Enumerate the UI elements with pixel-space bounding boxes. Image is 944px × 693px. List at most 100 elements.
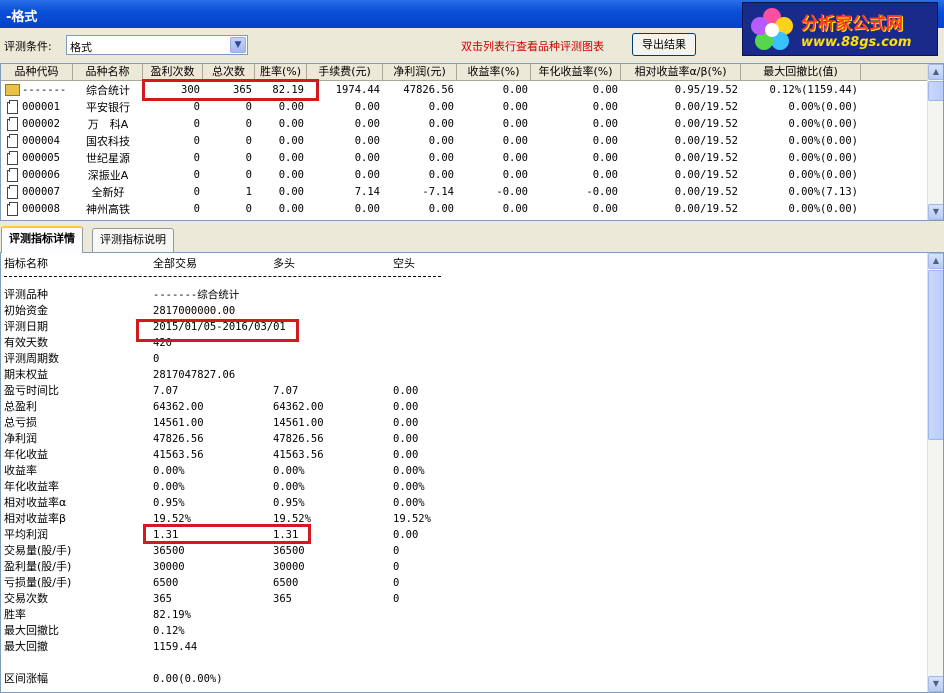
detail-row: 期末权益 2817047827.06 xyxy=(1,367,927,383)
logo-url-text: www.88gs.com xyxy=(801,35,912,50)
detail-cell: 47826.56 xyxy=(273,433,324,445)
detail-cell: 0 xyxy=(393,593,400,605)
detail-cell: 14561.00 xyxy=(153,417,204,429)
table-cell: 0 xyxy=(193,101,200,113)
table-cell: 000005 xyxy=(22,152,60,164)
detail-cell: 0.00% xyxy=(393,481,425,493)
table-cell: 0 xyxy=(245,169,252,181)
table-cell: 82.19 xyxy=(272,84,304,96)
table-cell: 0.00/19.52 xyxy=(674,169,738,181)
detail-cell: 0.00% xyxy=(393,465,425,477)
stock-table[interactable]: 品种代码 品种名称 盈利次数 总次数 胜率(%) 手续费(元) 净利润(元) 收… xyxy=(0,63,944,221)
detail-cell: 总亏损 xyxy=(4,416,37,429)
detail-scrollbar[interactable]: ▲ ▼ xyxy=(927,253,943,692)
detail-cell: 1159.44 xyxy=(153,641,198,653)
window-title: -格式 xyxy=(6,10,38,25)
table-row[interactable]: 000001 平安银行 0 0 0.00 0.00 0.00 0.00 0.00 0.00/19.… xyxy=(1,99,927,116)
table-cell: 000006 xyxy=(22,169,60,181)
table-cell: 0.00 xyxy=(592,135,618,147)
table-row[interactable]: 000004 国农科技 0 0 0.00 0.00 0.00 0.00 0.00 0.00/19.… xyxy=(1,133,927,150)
table-row[interactable]: 000006 深振业A 0 0 0.00 0.00 0.00 0.00 0.00 0.00/19.… xyxy=(1,167,927,184)
col-net-profit[interactable]: 净利润(元) xyxy=(383,64,457,81)
table-cell: 0 xyxy=(245,152,252,164)
table-cell: 0.00 xyxy=(592,169,618,181)
table-cell: 0.00/19.52 xyxy=(674,135,738,147)
page-icon xyxy=(7,151,18,165)
detail-row: 亏损量(股/手) 6500 6500 0 xyxy=(1,575,927,591)
detail-cell: 0.12% xyxy=(153,625,185,637)
col-total-count[interactable]: 总次数 xyxy=(203,64,255,81)
detail-row: 评测周期数 0 xyxy=(1,351,927,367)
table-cell: 0 xyxy=(193,203,200,215)
col-code[interactable]: 品种代码 xyxy=(1,64,73,81)
export-button[interactable]: 导出结果 xyxy=(632,33,696,56)
tab-indicator-details[interactable]: 评测指标详情 xyxy=(1,226,83,253)
table-row[interactable]: 000002 万 科A 0 0 0.00 0.00 0.00 0.00 0.00 0.00/19.… xyxy=(1,116,927,133)
detail-cell: 2015/01/05-2016/03/01 xyxy=(153,321,286,333)
double-click-hint: 双击列表行查看品种评测图表 xyxy=(461,40,604,53)
table-cell: 国农科技 xyxy=(86,135,130,148)
scroll-down-icon[interactable]: ▼ xyxy=(928,204,943,220)
table-cell: 0.00 xyxy=(354,152,380,164)
detail-header-long: 多头 xyxy=(273,257,295,270)
detail-cell: 64362.00 xyxy=(153,401,204,413)
table-row[interactable]: 000005 世纪星源 0 0 0.00 0.00 0.00 0.00 0.00 0.00/19.… xyxy=(1,150,927,167)
page-icon xyxy=(7,134,18,148)
filter-select[interactable]: 格式 ▼ xyxy=(66,35,248,55)
table-cell: 0.00 xyxy=(592,152,618,164)
table-cell: 综合统计 xyxy=(86,84,130,97)
detail-row: 交易量(股/手) 36500 36500 0 xyxy=(1,543,927,559)
tab-indicator-help[interactable]: 评测指标说明 xyxy=(92,228,174,252)
chevron-down-icon[interactable]: ▼ xyxy=(230,37,246,53)
table-cell: 0 xyxy=(245,203,252,215)
detail-cell: 0.00 xyxy=(393,433,419,445)
detail-cell: 亏损量(股/手) xyxy=(4,576,72,589)
col-annual-return[interactable]: 年化收益率(%) xyxy=(531,64,621,81)
scroll-down-icon[interactable]: ▼ xyxy=(928,676,943,692)
col-win-count[interactable]: 盈利次数 xyxy=(143,64,203,81)
table-cell: 0.00 xyxy=(502,203,528,215)
detail-cell: 0 xyxy=(393,545,400,557)
table-scrollbar[interactable]: ▲ ▼ xyxy=(927,64,943,220)
col-fee[interactable]: 手续费(元) xyxy=(307,64,383,81)
detail-panel: 指标名称 全部交易 多头 空头 评测品种 -------综合统计 初始资金 28170… xyxy=(0,252,944,693)
table-cell: 0 xyxy=(245,135,252,147)
table-row[interactable]: ------- 综合统计 300 365 82.19 1974.44 47826.56 0.0… xyxy=(1,82,927,99)
scroll-thumb[interactable] xyxy=(928,81,943,101)
detail-row: 总盈利 64362.00 64362.00 0.00 xyxy=(1,399,927,415)
table-cell: 0 xyxy=(193,186,200,198)
table-cell: 0.00 xyxy=(428,118,454,130)
detail-row: 盈利量(股/手) 30000 30000 0 xyxy=(1,559,927,575)
detail-row: 最大回撤比 0.12% xyxy=(1,623,927,639)
table-cell: 0.00 xyxy=(502,152,528,164)
table-cell: 0.00%(0.00) xyxy=(788,135,858,147)
detail-cell: 有效天数 xyxy=(4,336,48,349)
table-row[interactable]: 000008 神州高铁 0 0 0.00 0.00 0.00 0.00 0.00 0.00/19.… xyxy=(1,201,927,218)
detail-row: 胜率 82.19% xyxy=(1,607,927,623)
col-name[interactable]: 品种名称 xyxy=(73,64,143,81)
folder-icon xyxy=(5,84,20,96)
table-cell: 0.00 xyxy=(502,169,528,181)
detail-cell: 期末权益 xyxy=(4,368,48,381)
detail-cell: 年化收益率 xyxy=(4,480,59,493)
table-cell: 0.00 xyxy=(354,118,380,130)
detail-cell: 评测品种 xyxy=(4,288,48,301)
table-cell: 7.14 xyxy=(354,186,380,198)
table-cell: 平安银行 xyxy=(86,101,130,114)
col-return[interactable]: 收益率(%) xyxy=(457,64,531,81)
scroll-up-icon[interactable]: ▲ xyxy=(928,64,943,80)
detail-cell: 初始资金 xyxy=(4,304,48,317)
table-cell: 0.00 xyxy=(354,169,380,181)
table-cell: 0.95/19.52 xyxy=(674,84,738,96)
scroll-up-icon[interactable]: ▲ xyxy=(928,253,943,269)
table-cell: 深振业A xyxy=(87,169,129,182)
detail-cell: 0.00(0.00%) xyxy=(153,673,223,685)
table-row[interactable]: 000007 全新好 0 1 0.00 7.14 -7.14 -0.00 -0.00 0.00/1… xyxy=(1,184,927,201)
col-max-drawdown[interactable]: 最大回撤比(值) xyxy=(741,64,861,81)
scroll-thumb[interactable] xyxy=(928,270,943,440)
col-relative-return[interactable]: 相对收益率α/β(%) xyxy=(621,64,741,81)
detail-row: 区间涨幅 0.00(0.00%) xyxy=(1,671,927,687)
col-win-rate[interactable]: 胜率(%) xyxy=(255,64,307,81)
detail-cell: 14561.00 xyxy=(273,417,324,429)
table-cell: 0 xyxy=(193,169,200,181)
